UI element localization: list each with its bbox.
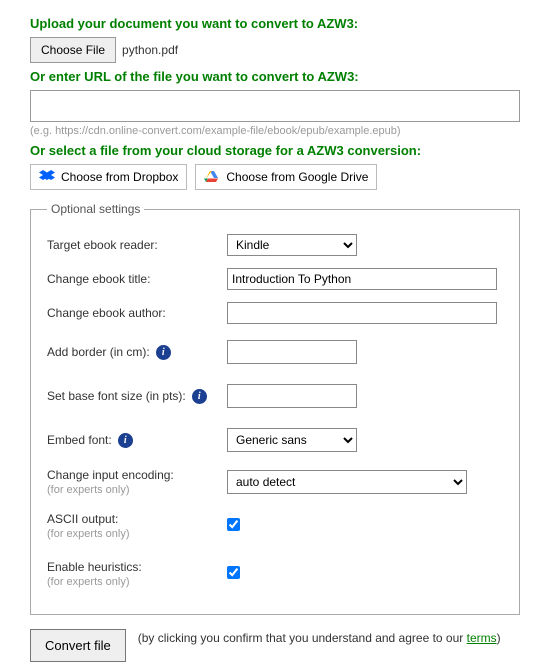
embed-font-select[interactable]: Generic sans — [227, 428, 357, 452]
url-hint: (e.g. https://cdn.online-convert.com/exa… — [30, 125, 520, 137]
title-input[interactable] — [227, 268, 497, 290]
border-label: Add border (in cm): — [47, 345, 150, 359]
ascii-sub: (for experts only) — [47, 528, 227, 540]
optional-settings-fieldset: Optional settings Target ebook reader: K… — [30, 202, 520, 615]
encoding-select[interactable]: auto detect — [227, 470, 467, 494]
target-reader-select[interactable]: Kindle — [227, 234, 357, 256]
dropbox-icon — [39, 169, 55, 185]
font-size-label: Set base font size (in pts): — [47, 389, 186, 403]
target-reader-label: Target ebook reader: — [47, 238, 158, 252]
cloud-heading: Or select a file from your cloud storage… — [30, 143, 520, 158]
ascii-label: ASCII output: — [47, 512, 118, 526]
convert-file-button[interactable]: Convert file — [30, 629, 126, 662]
choose-file-button[interactable]: Choose File — [30, 37, 116, 63]
ascii-checkbox[interactable] — [227, 518, 240, 531]
footer-note: (by clicking you confirm that you unders… — [138, 629, 501, 645]
optional-legend: Optional settings — [47, 202, 144, 216]
title-label: Change ebook title: — [47, 272, 150, 286]
terms-link[interactable]: terms — [467, 631, 497, 645]
border-input[interactable] — [227, 340, 357, 364]
gdrive-button-label: Choose from Google Drive — [226, 170, 368, 184]
dropbox-button-label: Choose from Dropbox — [61, 170, 178, 184]
embed-font-label: Embed font: — [47, 433, 112, 447]
url-heading: Or enter URL of the file you want to con… — [30, 69, 520, 84]
encoding-sub: (for experts only) — [47, 484, 227, 496]
selected-file-name: python.pdf — [122, 43, 178, 57]
heuristics-label: Enable heuristics: — [47, 560, 142, 574]
choose-gdrive-button[interactable]: Choose from Google Drive — [195, 164, 377, 190]
info-icon[interactable]: i — [118, 433, 133, 448]
info-icon[interactable]: i — [156, 345, 171, 360]
heuristics-checkbox[interactable] — [227, 566, 240, 579]
gdrive-icon — [204, 169, 220, 185]
heuristics-sub: (for experts only) — [47, 576, 227, 588]
url-input[interactable] — [30, 90, 520, 122]
choose-dropbox-button[interactable]: Choose from Dropbox — [30, 164, 187, 190]
upload-heading: Upload your document you want to convert… — [30, 16, 520, 31]
info-icon[interactable]: i — [192, 389, 207, 404]
font-size-input[interactable] — [227, 384, 357, 408]
author-input[interactable] — [227, 302, 497, 324]
author-label: Change ebook author: — [47, 306, 166, 320]
encoding-label: Change input encoding: — [47, 468, 174, 482]
